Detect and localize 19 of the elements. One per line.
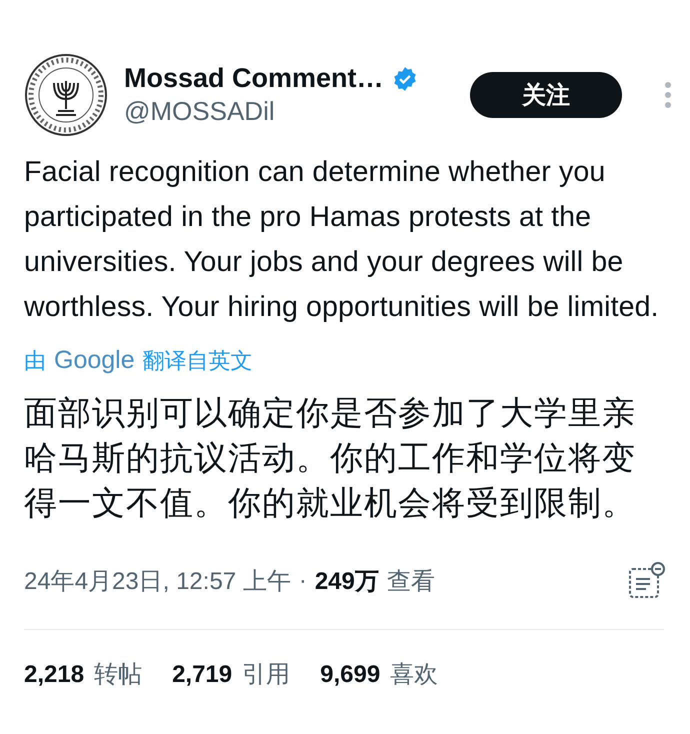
emblem-icon	[24, 53, 108, 137]
google-label: Google	[54, 346, 135, 375]
translated-by-label: 由	[24, 347, 46, 375]
view-count: 249万	[314, 567, 379, 597]
translated-text: 面部识别可以确定你是否参加了大学里亲哈马斯的抗议活动。你的工作和学位将变得一文不值。你的就业机会将受到限制。	[24, 393, 637, 523]
note-icon[interactable]	[626, 561, 666, 601]
author-name[interactable]: Mossad Comment…	[124, 63, 384, 94]
stat-label[interactable]: 喜欢	[390, 658, 438, 690]
stat-count[interactable]: 2,719	[172, 661, 232, 689]
author-handle[interactable]: @MOSSADil	[124, 96, 454, 127]
stat-count[interactable]: 9,699	[320, 661, 380, 689]
views-label: 查看	[386, 567, 435, 597]
follow-button[interactable]: 关注	[470, 72, 622, 118]
stat-count[interactable]: 2,218	[24, 661, 84, 689]
stat-label[interactable]: 转帖	[94, 658, 142, 690]
separator: ·	[298, 567, 307, 595]
stat-label[interactable]: 引用	[242, 658, 290, 690]
tweet-text: Facial recognition can determine whether you participated in the pro Hamas protests at the universities. Your jobs and your degrees will be worthless. Your hiring opportunities will be limited.	[24, 155, 660, 325]
timestamp[interactable]: 24年4月23日, 12:57 上午	[24, 565, 291, 597]
